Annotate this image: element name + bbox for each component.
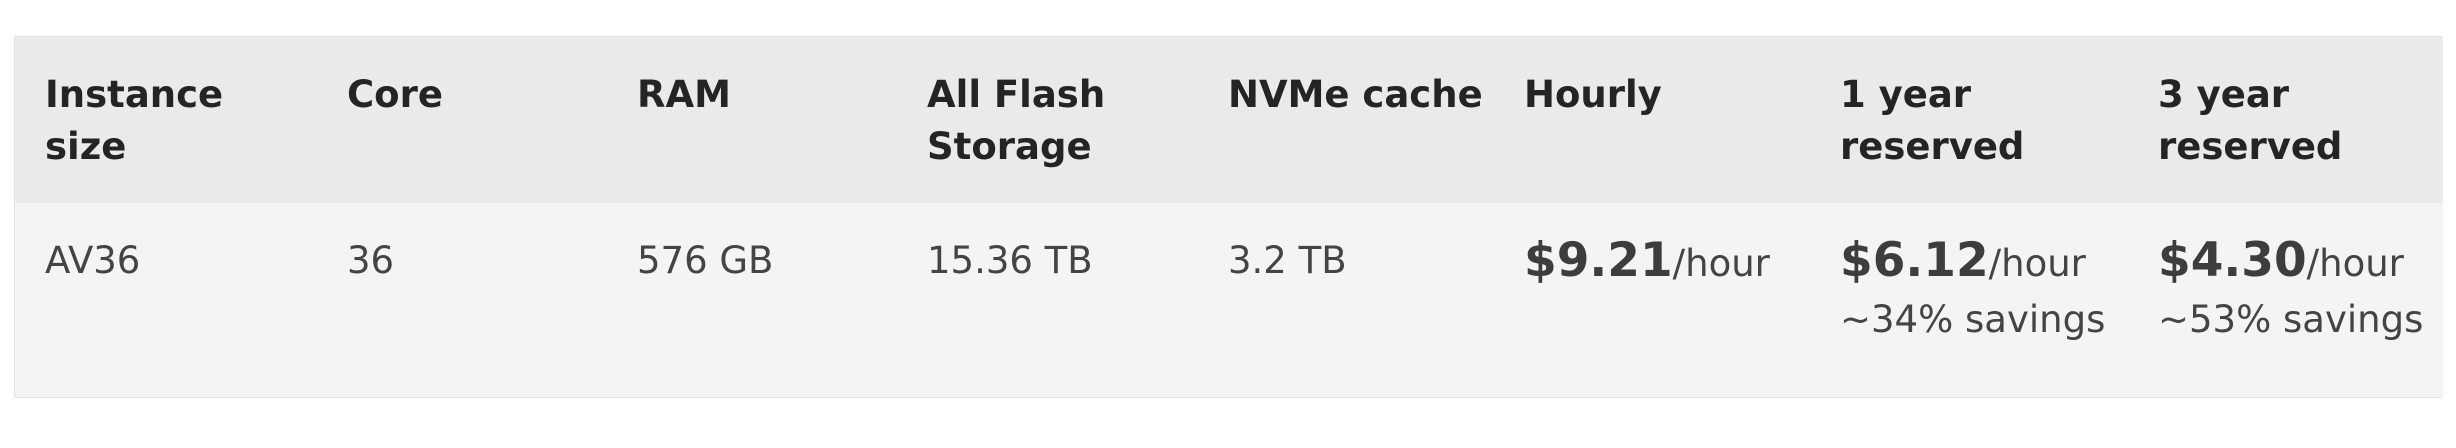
one-year-savings: ~34% savings <box>1840 298 2106 341</box>
header-instance-size: Instance size <box>45 73 224 168</box>
cell-nvme-cache: 3.2 TB <box>1228 239 1347 282</box>
cell-ram: 576 GB <box>637 239 774 282</box>
table-row: AV36 36 576 GB 15.36 TB 3.2 TB $9.21/hou… <box>15 203 2443 397</box>
cell-storage: 15.36 TB <box>927 239 1093 282</box>
header-hourly: Hourly <box>1524 73 1662 116</box>
cell-hourly: $9.21/hour <box>1494 203 1810 397</box>
header-core: Core <box>347 73 443 116</box>
hourly-price-amount: $9.21 <box>1524 233 1673 288</box>
table-header: Instance size Core RAM All Flash Storage… <box>15 37 2443 203</box>
header-ram: RAM <box>637 73 731 116</box>
pricing-table-container: Instance size Core RAM All Flash Storage… <box>14 36 2443 398</box>
header-1-year-reserved: 1 year reserved <box>1840 73 2025 168</box>
one-year-price-amount: $6.12 <box>1840 233 1989 288</box>
table-body: AV36 36 576 GB 15.36 TB 3.2 TB $9.21/hou… <box>15 203 2443 397</box>
header-row: Instance size Core RAM All Flash Storage… <box>15 37 2443 203</box>
three-year-price-amount: $4.30 <box>2158 233 2307 288</box>
hourly-price-unit: /hour <box>1672 242 1770 285</box>
cell-1-year-reserved: $6.12/hour ~34% savings <box>1810 203 2128 397</box>
cell-3-year-reserved: $4.30/hour ~53% savings <box>2128 203 2443 397</box>
header-3-year-reserved: 3 year reserved <box>2158 73 2343 168</box>
three-year-price-unit: /hour <box>2306 242 2404 285</box>
cell-instance-size: AV36 <box>45 239 141 282</box>
cell-core: 36 <box>347 239 395 282</box>
header-nvme-cache: NVMe cache <box>1228 73 1483 116</box>
one-year-price-unit: /hour <box>1988 242 2086 285</box>
three-year-savings: ~53% savings <box>2158 298 2424 341</box>
one-year-price: $6.12/hour <box>1840 231 2128 294</box>
hourly-price: $9.21/hour <box>1524 231 1810 294</box>
pricing-table: Instance size Core RAM All Flash Storage… <box>15 37 2443 397</box>
three-year-price: $4.30/hour <box>2158 231 2443 294</box>
header-all-flash-storage: All Flash Storage <box>927 73 1106 168</box>
